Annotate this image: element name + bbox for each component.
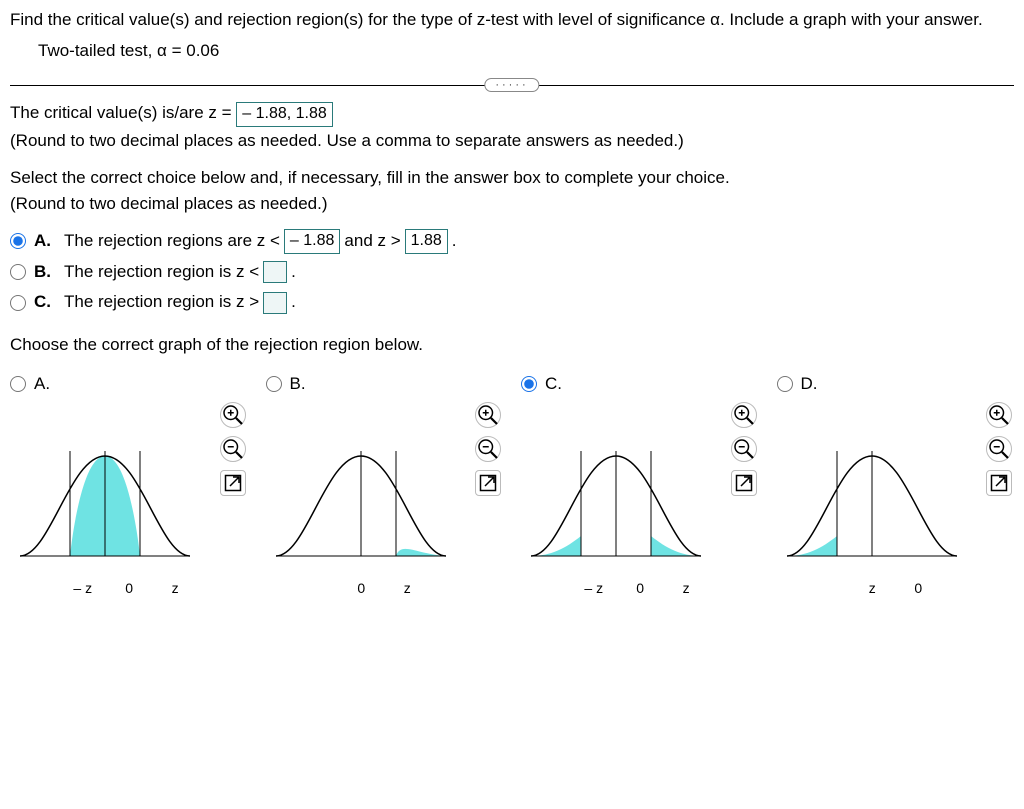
graph-c-letter: C. [545,372,562,397]
graph-c-label-0: 0 [631,578,649,598]
choice-c-radio[interactable] [10,295,26,311]
section-divider[interactable]: ····· [10,77,1014,93]
choice-b-text-pre: The rejection region is z < [64,260,259,285]
graph-a-curve [10,426,200,576]
choice-a-text-mid: and z > [344,229,400,254]
critical-value-label: The critical value(s) is/are z = [10,103,232,122]
graph-option-a: A. – z 0 z [10,372,248,599]
graph-a-label-0: 0 [120,578,138,598]
graph-c-curve [521,426,711,576]
choice-a-text-post: . [452,229,457,254]
zoom-in-icon[interactable] [731,402,757,428]
graph-c-label-z: z [677,578,695,598]
choice-b-text-post: . [291,260,296,285]
graph-b-curve [266,426,456,576]
graph-a-label-negz: – z [73,578,92,598]
choice-c-letter: C. [34,290,52,315]
zoom-in-icon[interactable] [986,402,1012,428]
choice-a-radio[interactable] [10,233,26,249]
divider-handle-icon[interactable]: ····· [484,78,539,92]
critical-value-hint: (Round to two decimal places as needed. … [10,129,1014,154]
graph-d-radio[interactable] [777,376,793,392]
question-prompt: Find the critical value(s) and rejection… [10,8,1014,33]
choice-c-text-post: . [291,290,296,315]
choice-c-input[interactable] [263,292,287,314]
choice-a-text-pre: The rejection regions are z < [64,229,280,254]
graph-prompt: Choose the correct graph of the rejectio… [10,333,1014,358]
choice-b-input[interactable] [263,261,287,283]
graph-option-d: D. z 0 [777,372,1015,599]
graph-c-label-negz: – z [584,578,603,598]
select-round-hint: (Round to two decimal places as needed.) [10,192,1014,217]
graph-a-radio[interactable] [10,376,26,392]
graph-b-label-0: 0 [352,578,370,598]
graph-d-letter: D. [801,372,818,397]
zoom-out-icon[interactable] [220,436,246,462]
zoom-out-icon[interactable] [986,436,1012,462]
zoom-in-icon[interactable] [475,402,501,428]
choice-a-letter: A. [34,229,52,254]
graph-d-label-z: z [863,578,881,598]
choice-a-input-2[interactable]: 1.88 [405,229,448,254]
open-external-icon[interactable] [220,470,246,496]
graph-a-label-z: z [166,578,184,598]
question-params: Two-tailed test, α = 0.06 [38,39,1014,64]
zoom-out-icon[interactable] [731,436,757,462]
graph-a-letter: A. [34,372,50,397]
open-external-icon[interactable] [731,470,757,496]
zoom-out-icon[interactable] [475,436,501,462]
critical-value-input[interactable]: – 1.88, 1.88 [236,102,333,127]
choice-b-radio[interactable] [10,264,26,280]
graph-option-b: B. 0 z [266,372,504,599]
open-external-icon[interactable] [475,470,501,496]
open-external-icon[interactable] [986,470,1012,496]
choice-c-text-pre: The rejection region is z > [64,290,259,315]
select-instruction: Select the correct choice below and, if … [10,166,1014,191]
graph-b-label-z: z [398,578,416,598]
zoom-in-icon[interactable] [220,402,246,428]
choice-b-letter: B. [34,260,52,285]
graph-c-radio[interactable] [521,376,537,392]
graph-d-curve [777,426,967,576]
graph-option-c: C. – z 0 [521,372,759,599]
graph-b-radio[interactable] [266,376,282,392]
graph-d-label-0: 0 [909,578,927,598]
graph-b-letter: B. [290,372,306,397]
choice-a-input-1[interactable]: – 1.88 [284,229,340,254]
